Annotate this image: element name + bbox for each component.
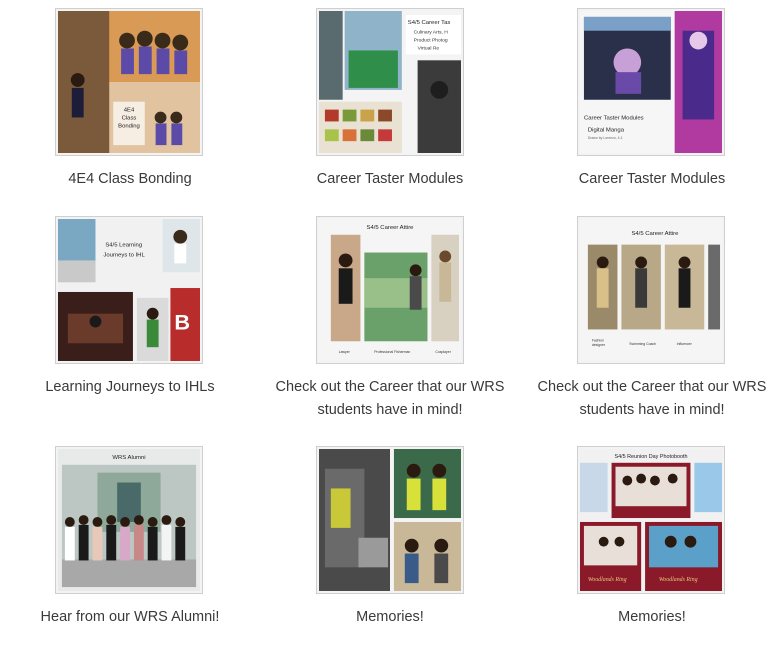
svg-text:Career Taster Modules: Career Taster Modules	[584, 115, 644, 121]
gallery-thumbnail[interactable]: S4/5 Reunion Day Photobooth Woodlands Ri…	[577, 446, 725, 594]
gallery-caption[interactable]: Check out the Career that our WRS studen…	[270, 376, 510, 422]
photo-gallery: 4E4 Class Bonding 4E4 Class Bonding S4/5…	[0, 0, 780, 645]
gallery-caption[interactable]: Career Taster Modules	[270, 168, 510, 191]
svg-text:Cosplayer: Cosplayer	[435, 350, 451, 354]
gallery-thumbnail[interactable]: S4/5 Career Attire Lawyer Professional F…	[316, 216, 464, 364]
svg-text:S4/5 Learning: S4/5 Learning	[105, 243, 142, 249]
svg-text:Product Photog: Product Photog	[414, 38, 448, 44]
svg-text:Class: Class	[122, 115, 137, 121]
gallery-thumbnail[interactable]	[316, 446, 464, 594]
gallery-caption[interactable]: Hear from our WRS Alumni!	[10, 606, 250, 629]
svg-text:S4/5 Career Attire: S4/5 Career Attire	[631, 231, 679, 237]
gallery-thumbnail[interactable]: 4E4 Class Bonding	[55, 8, 203, 156]
thumbnail-image: S4/5 Career Attire Fashion designer Swim…	[580, 219, 722, 361]
thumbnail-image: 4E4 Class Bonding	[58, 11, 200, 153]
svg-text:4E4: 4E4	[124, 108, 135, 114]
svg-text:Virtual Re: Virtual Re	[418, 45, 440, 51]
gallery-thumbnail[interactable]: S4/5 Career Tas Culinary Arts, H Product…	[316, 8, 464, 156]
thumbnail-image: S4/5 Career Attire Lawyer Professional F…	[319, 219, 461, 361]
thumbnail-image: S4/5 Reunion Day Photobooth Woodlands Ri…	[580, 449, 722, 591]
svg-text:designer: designer	[592, 343, 606, 347]
gallery-thumbnail[interactable]: S4/5 Career Attire Fashion designer Swim…	[577, 216, 725, 364]
gallery-thumbnail[interactable]: Career Taster Modules Digital Manga Draw…	[577, 8, 725, 156]
gallery-caption[interactable]: Career Taster Modules	[532, 168, 772, 191]
thumbnail-image: Career Taster Modules Digital Manga Draw…	[580, 11, 722, 153]
gallery-thumbnail[interactable]: S4/5 Learning Journeys to IHL B	[55, 216, 203, 364]
svg-text:S4/5 Reunion Day Photobooth: S4/5 Reunion Day Photobooth	[614, 454, 687, 460]
gallery-caption[interactable]: Learning Journeys to IHLs	[10, 376, 250, 399]
svg-text:Woodlands Ring: Woodlands Ring	[659, 577, 698, 583]
svg-text:Bonding: Bonding	[118, 123, 140, 129]
svg-text:WRS Alumni: WRS Alumni	[112, 455, 145, 461]
svg-text:Digital Manga: Digital Manga	[588, 127, 625, 133]
gallery-caption[interactable]: Memories!	[270, 606, 510, 629]
gallery-caption[interactable]: 4E4 Class Bonding	[10, 168, 250, 191]
svg-text:B: B	[174, 309, 190, 334]
svg-text:Swimming Coach: Swimming Coach	[629, 342, 656, 346]
gallery-thumbnail[interactable]: WRS Alumni	[55, 446, 203, 594]
thumbnail-image	[319, 449, 461, 591]
svg-text:Fashion: Fashion	[592, 338, 604, 342]
svg-text:Journeys to IHL: Journeys to IHL	[103, 252, 145, 258]
gallery-caption[interactable]: Memories!	[532, 606, 772, 629]
thumbnail-image: S4/5 Learning Journeys to IHL B	[58, 219, 200, 361]
gallery-caption[interactable]: Check out the Career that our WRS studen…	[532, 376, 772, 422]
thumbnail-image: WRS Alumni	[58, 449, 200, 591]
thumbnail-image: S4/5 Career Tas Culinary Arts, H Product…	[319, 11, 461, 153]
svg-text:Woodlands Ring: Woodlands Ring	[588, 577, 627, 583]
svg-text:Drawn by Lorenzo, 4-1: Drawn by Lorenzo, 4-1	[588, 136, 623, 140]
svg-text:Lawyer: Lawyer	[339, 350, 351, 354]
svg-text:Professional Fisherman: Professional Fisherman	[374, 350, 410, 354]
svg-text:Influencer: Influencer	[677, 342, 693, 346]
svg-text:Culinary Arts, H: Culinary Arts, H	[414, 30, 449, 36]
svg-text:S4/5 Career Attire: S4/5 Career Attire	[367, 225, 415, 231]
svg-text:S4/5 Career Tas: S4/5 Career Tas	[408, 20, 451, 26]
